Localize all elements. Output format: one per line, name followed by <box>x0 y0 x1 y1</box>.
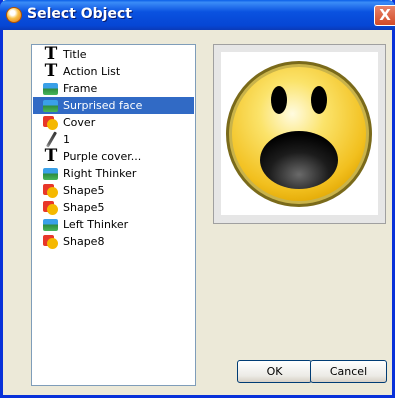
select-object-dialog: Select Object X T Title T Action List Frame S… <box>0 0 395 398</box>
text-icon: T <box>44 146 58 166</box>
list-item-label: Shape8 <box>63 235 105 248</box>
left-eye <box>271 86 287 114</box>
app-icon <box>6 7 22 23</box>
shape-icon <box>43 235 58 249</box>
text-icon: T <box>44 44 58 64</box>
cancel-button[interactable]: Cancel <box>310 360 387 383</box>
shape-icon <box>43 184 58 198</box>
list-item-label: Shape5 <box>63 201 105 214</box>
shape-icon <box>43 116 58 130</box>
list-item[interactable]: Surprised face <box>33 97 194 114</box>
image-icon <box>43 100 58 112</box>
title-bar[interactable]: Select Object X <box>0 0 395 30</box>
dialog-title: Select Object <box>27 6 132 22</box>
image-icon <box>43 83 58 95</box>
text-icon: T <box>44 61 58 81</box>
list-item[interactable]: T Title <box>33 46 194 63</box>
preview-pane <box>213 44 386 224</box>
object-list[interactable]: T Title T Action List Frame Surprised face Cov… <box>31 44 196 386</box>
list-item[interactable]: Cover <box>33 114 194 131</box>
list-item[interactable]: T Purple cover... <box>33 148 194 165</box>
list-item-label: Purple cover... <box>63 150 142 163</box>
pen-icon <box>43 131 59 148</box>
image-icon <box>43 219 58 231</box>
close-button[interactable]: X <box>374 5 395 26</box>
ok-button[interactable]: OK <box>237 360 312 383</box>
list-item-label: Frame <box>63 82 98 95</box>
shape-icon <box>43 201 58 215</box>
list-item[interactable]: T Action List <box>33 63 194 80</box>
list-item[interactable]: Shape5 <box>33 182 194 199</box>
mouth <box>260 131 338 189</box>
list-item-label: Right Thinker <box>63 167 137 180</box>
image-icon <box>43 168 58 180</box>
preview-canvas <box>221 52 378 215</box>
list-item-label: Shape5 <box>63 184 105 197</box>
list-item[interactable]: Frame <box>33 80 194 97</box>
surprised-face-image <box>226 61 372 207</box>
list-item[interactable]: 1 <box>33 131 194 148</box>
list-item-label: 1 <box>63 133 70 146</box>
list-item-label: Left Thinker <box>63 218 129 231</box>
list-item[interactable]: Right Thinker <box>33 165 194 182</box>
list-item-label: Action List <box>63 65 121 78</box>
right-eye <box>311 86 327 114</box>
list-item[interactable]: Left Thinker <box>33 216 194 233</box>
list-item-label: Title <box>63 48 87 61</box>
list-item-label: Surprised face <box>63 99 143 112</box>
list-item-label: Cover <box>63 116 96 129</box>
list-item[interactable]: Shape8 <box>33 233 194 250</box>
list-item[interactable]: Shape5 <box>33 199 194 216</box>
